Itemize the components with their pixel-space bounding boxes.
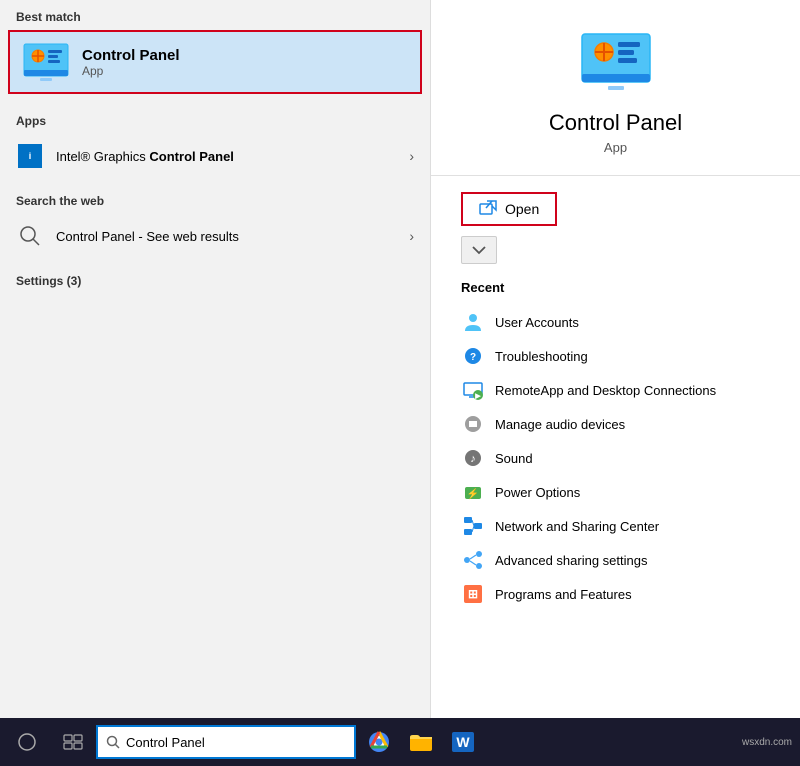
apps-arrow-icon: › [409, 148, 414, 164]
start-button[interactable] [8, 723, 46, 761]
network-icon [461, 514, 485, 538]
right-panel: Control Panel App Open Recent [430, 0, 800, 718]
taskbar: Control Panel W wsxdn.com [0, 718, 800, 766]
recent-user-accounts[interactable]: User Accounts [461, 305, 770, 339]
expand-button[interactable] [461, 236, 497, 264]
search-web-text: Control Panel - See web results [56, 229, 409, 244]
svg-text:⚡: ⚡ [467, 487, 479, 500]
recent-troubleshooting[interactable]: ? Troubleshooting [461, 339, 770, 373]
recent-network[interactable]: Network and Sharing Center [461, 509, 770, 543]
svg-text:W: W [456, 734, 470, 750]
sharing-icon [461, 548, 485, 572]
task-view-button[interactable] [54, 723, 92, 761]
search-circle-icon [16, 222, 44, 250]
left-panel: Best match Control Panel A [0, 0, 430, 718]
recent-label: Recent [461, 280, 770, 295]
power-label: Power Options [495, 485, 580, 500]
audio-label: Manage audio devices [495, 417, 625, 432]
svg-text:?: ? [470, 352, 476, 363]
search-web-arrow-icon: › [409, 228, 414, 244]
chevron-down-icon [472, 245, 486, 255]
control-panel-app-icon [22, 42, 70, 82]
apps-intel-name: Intel® Graphics Control Panel [56, 149, 409, 164]
apps-label: Apps [0, 104, 430, 134]
best-match-label: Best match [0, 0, 430, 30]
taskbar-search-bar[interactable]: Control Panel [96, 725, 356, 759]
audio-icon [461, 412, 485, 436]
svg-text:⊞: ⊞ [468, 587, 478, 601]
svg-text:▶: ▶ [474, 393, 481, 400]
task-view-icon [63, 734, 83, 750]
file-explorer-taskbar-button[interactable] [402, 723, 440, 761]
chrome-taskbar-button[interactable] [360, 723, 398, 761]
best-match-name: Control Panel [82, 47, 180, 64]
right-control-panel-icon [576, 30, 656, 94]
sound-icon: ♪ [461, 446, 485, 470]
svg-text:♪: ♪ [470, 453, 476, 465]
open-label: Open [505, 201, 539, 217]
right-app-name: Control Panel [461, 110, 770, 136]
intel-icon: i [16, 142, 44, 170]
remoteapp-label: RemoteApp and Desktop Connections [495, 383, 716, 398]
sharing-label: Advanced sharing settings [495, 553, 647, 568]
open-button[interactable]: Open [461, 192, 557, 226]
watermark: wsxdn.com [742, 737, 792, 748]
recent-sharing[interactable]: Advanced sharing settings [461, 543, 770, 577]
recent-sound[interactable]: ♪ Sound [461, 441, 770, 475]
settings-label: Settings (3) [0, 264, 430, 294]
programs-label: Programs and Features [495, 587, 632, 602]
network-label: Network and Sharing Center [495, 519, 659, 534]
search-web-item[interactable]: Control Panel - See web results › [0, 214, 430, 258]
search-web-label: Search the web [0, 184, 430, 214]
sound-label: Sound [495, 451, 533, 466]
recent-items-list: User Accounts ? Troubleshooting [461, 305, 770, 611]
programs-icon: ⊞ [461, 582, 485, 606]
apps-intel-graphics[interactable]: i Intel® Graphics Control Panel › [0, 134, 430, 178]
taskbar-search-icon [106, 735, 120, 749]
divider [431, 175, 800, 176]
power-icon: ⚡ [461, 480, 485, 504]
chrome-icon [367, 730, 391, 754]
troubleshooting-label: Troubleshooting [495, 349, 588, 364]
best-match-type: App [82, 64, 180, 78]
recent-programs[interactable]: ⊞ Programs and Features [461, 577, 770, 611]
best-match-item[interactable]: Control Panel App [8, 30, 422, 94]
troubleshooting-icon: ? [461, 344, 485, 368]
recent-audio[interactable]: Manage audio devices [461, 407, 770, 441]
remoteapp-icon: ▶ [461, 378, 485, 402]
word-icon: W [451, 730, 475, 754]
user-accounts-label: User Accounts [495, 315, 579, 330]
folder-icon [409, 731, 433, 753]
recent-power[interactable]: ⚡ Power Options [461, 475, 770, 509]
start-circle-icon [18, 733, 36, 751]
start-menu: Best match Control Panel A [0, 0, 800, 718]
right-app-type: App [461, 140, 770, 155]
best-match-text: Control Panel App [82, 47, 180, 78]
open-button-container: Open [461, 192, 770, 226]
open-icon [479, 200, 497, 218]
word-taskbar-button[interactable]: W [444, 723, 482, 761]
taskbar-search-text: Control Panel [126, 735, 205, 750]
user-accounts-icon [461, 310, 485, 334]
recent-remoteapp[interactable]: ▶ RemoteApp and Desktop Connections [461, 373, 770, 407]
